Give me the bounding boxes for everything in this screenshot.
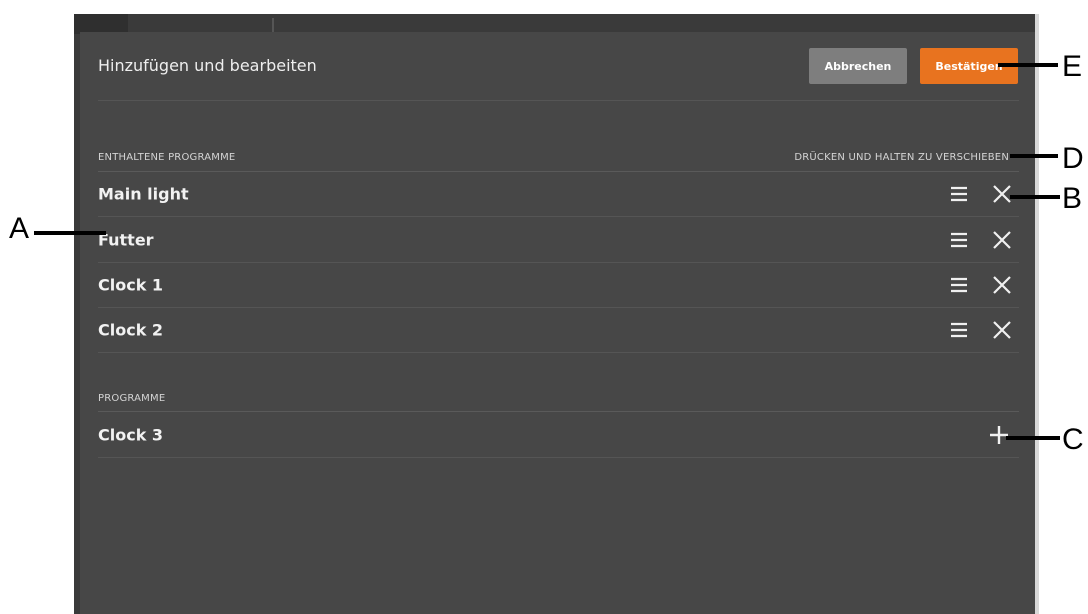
included-program-row: Futter: [98, 218, 1019, 263]
close-icon[interactable]: [990, 182, 1014, 206]
callout-label-b: B: [1062, 182, 1083, 215]
callout-label-c: C: [1062, 423, 1084, 456]
section-divider: [98, 411, 1019, 412]
drag-handle-icon[interactable]: [947, 273, 971, 297]
plus-icon[interactable]: [987, 423, 1011, 447]
app-tab[interactable]: [74, 14, 128, 34]
callout-line-c: [1006, 436, 1060, 440]
callout-line-b: [1010, 195, 1060, 199]
header-divider: [98, 100, 1019, 101]
included-program-row: Main light: [98, 172, 1019, 217]
program-label: Futter: [98, 230, 154, 250]
callout-line-a: [34, 231, 106, 235]
close-icon[interactable]: [990, 273, 1014, 297]
close-icon[interactable]: [990, 228, 1014, 252]
reorder-hint: DRÜCKEN UND HALTEN ZU VERSCHIEBEN: [794, 152, 1009, 163]
program-label: Clock 3: [98, 425, 164, 445]
available-program-row: Clock 3: [98, 413, 1019, 458]
included-program-row: Clock 2: [98, 308, 1019, 353]
add-edit-dialog: Hinzufügen und bearbeiten Abbrechen Best…: [80, 32, 1035, 614]
program-label: Main light: [98, 184, 189, 204]
callout-label-d: D: [1062, 142, 1084, 175]
close-icon[interactable]: [990, 318, 1014, 342]
drag-handle-icon[interactable]: [947, 228, 971, 252]
app-tab-divider: [272, 18, 274, 32]
program-label: Clock 1: [98, 275, 164, 295]
drag-handle-icon[interactable]: [947, 318, 971, 342]
window-edge: [1035, 14, 1039, 614]
programs-header: PROGRAMME: [98, 393, 166, 404]
callout-label-e: E: [1062, 50, 1083, 83]
drag-handle-icon[interactable]: [947, 182, 971, 206]
cancel-button[interactable]: Abbrechen: [809, 48, 907, 84]
included-programs-header: ENTHALTENE PROGRAMME: [98, 152, 236, 163]
callout-line-e: [998, 63, 1058, 67]
program-label: Clock 2: [98, 320, 164, 340]
callout-label-a: A: [9, 212, 30, 245]
callout-line-d: [1010, 154, 1058, 158]
dialog-title: Hinzufügen und bearbeiten: [98, 56, 317, 75]
included-program-row: Clock 1: [98, 263, 1019, 308]
